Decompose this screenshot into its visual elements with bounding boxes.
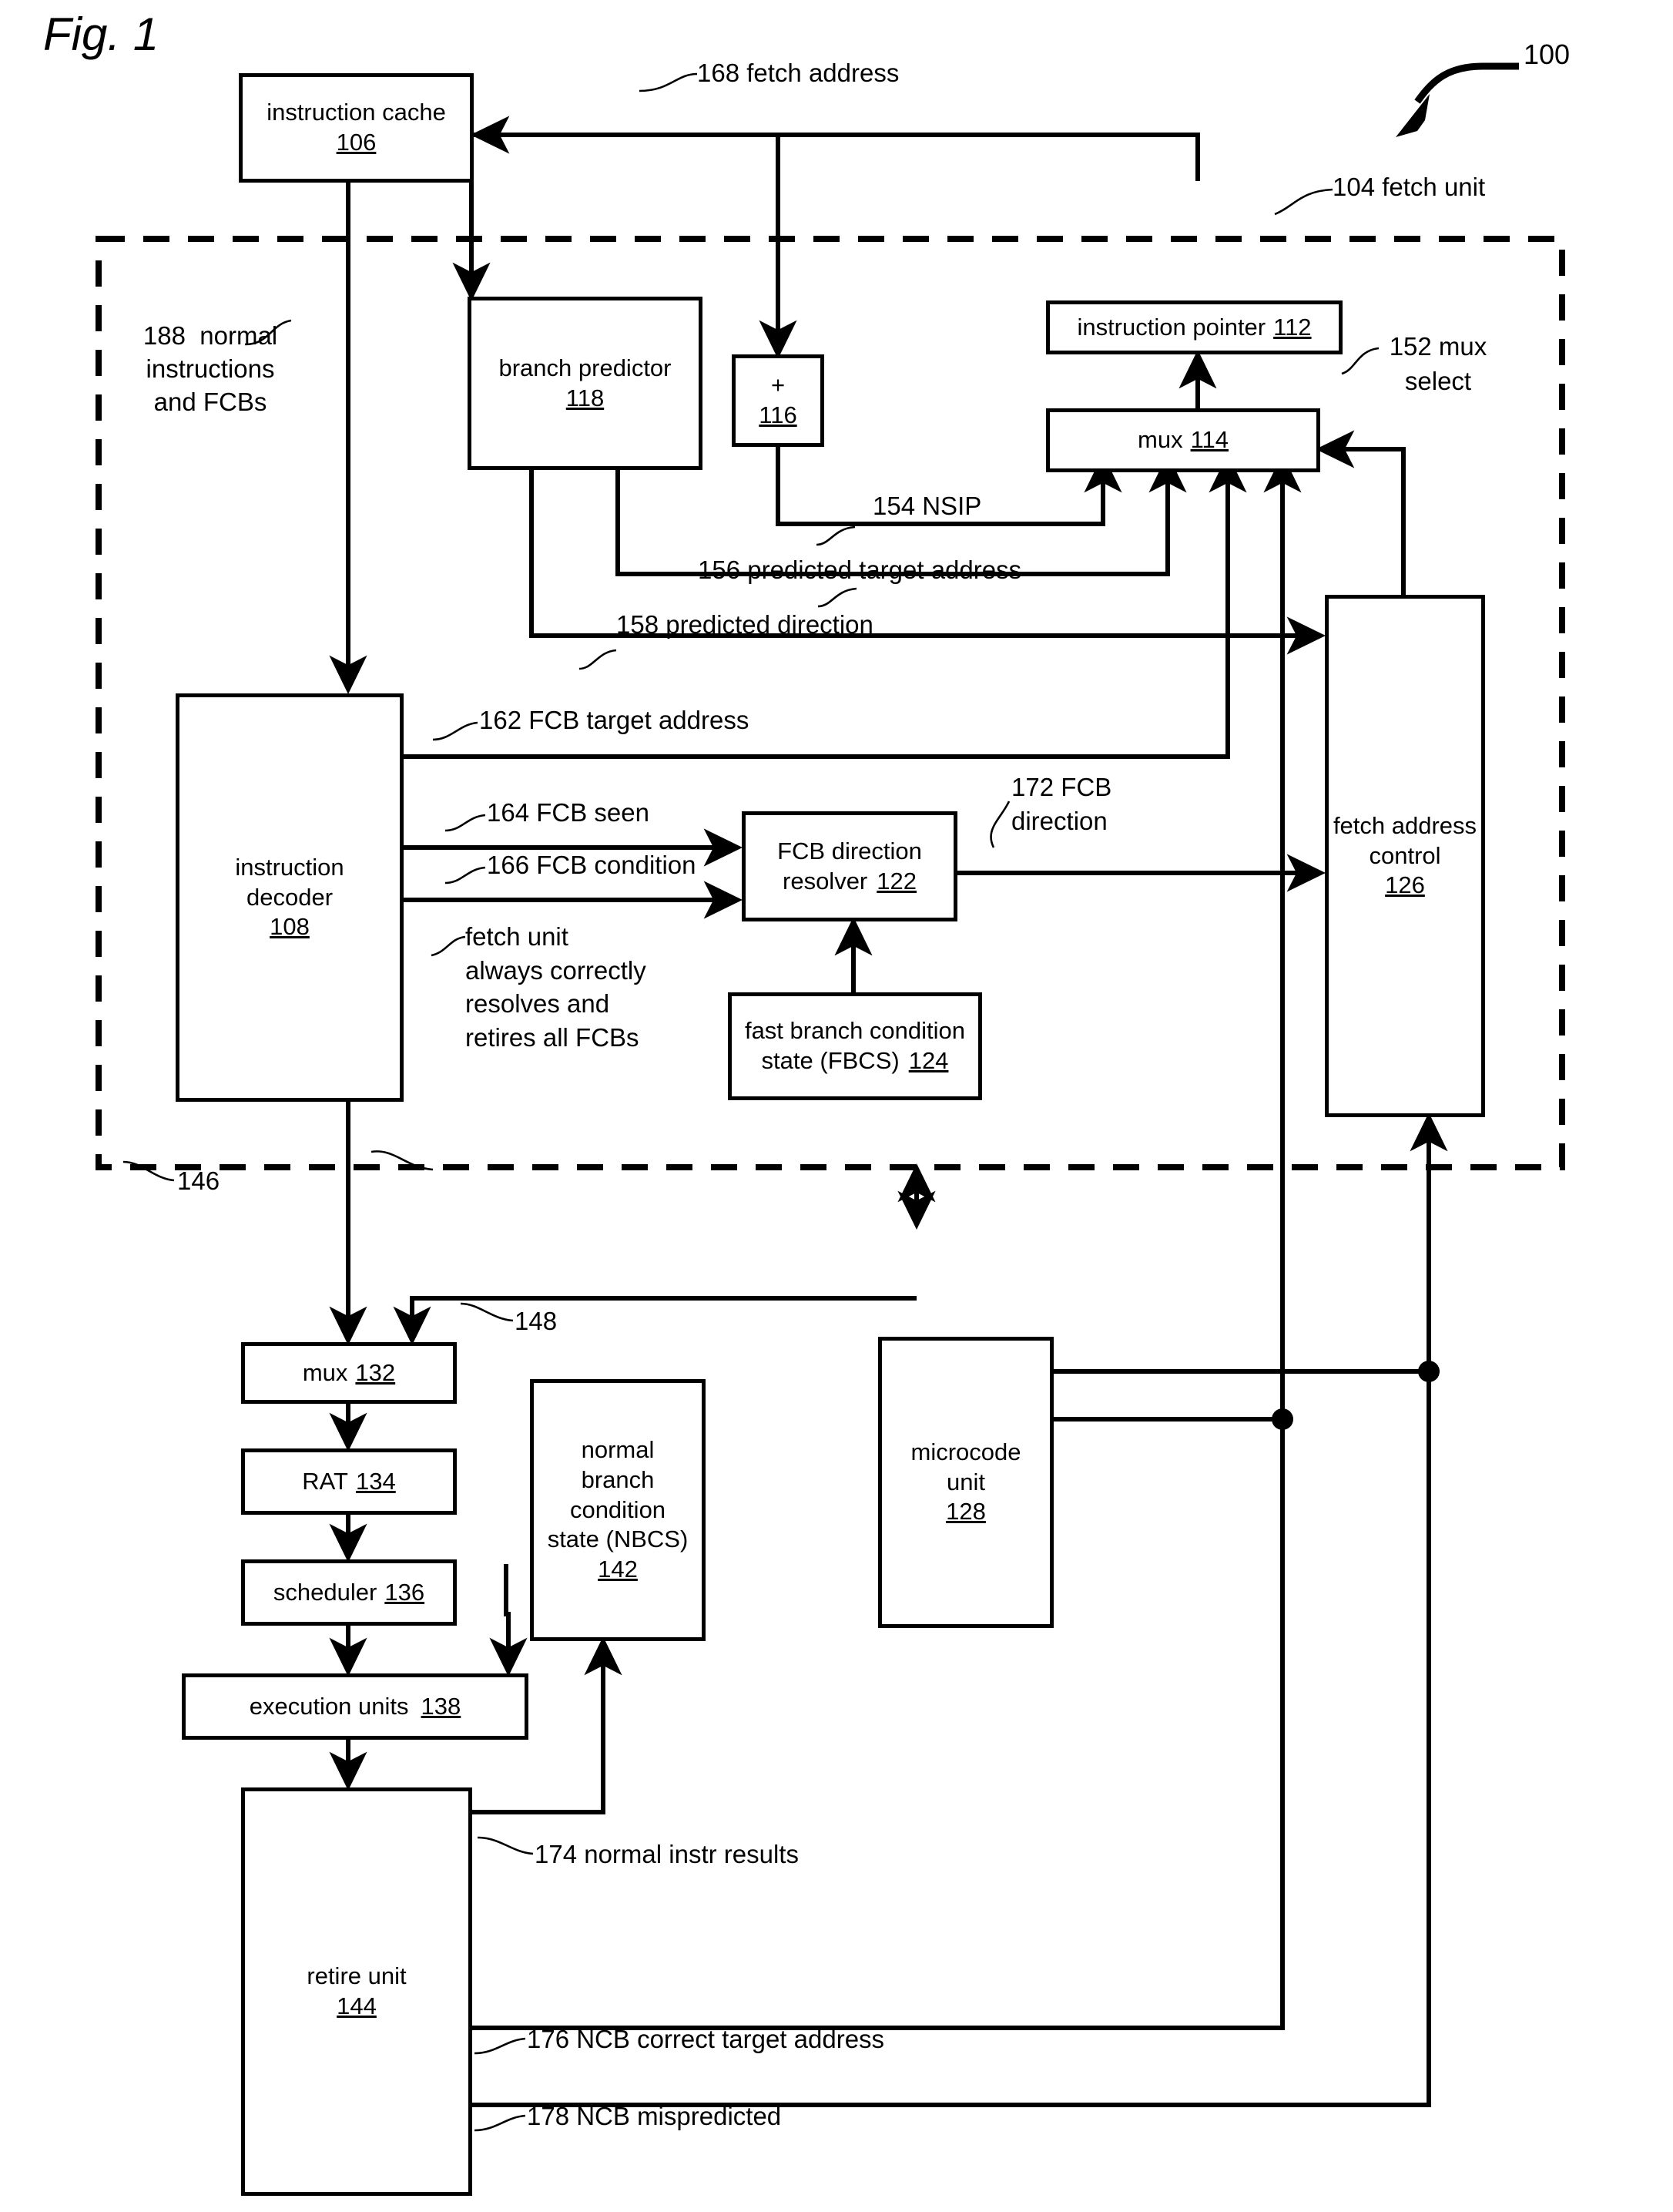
- block-microcode-unit[interactable]: microcode unit 128: [878, 1337, 1054, 1628]
- note-fetch-unit-resolves: fetch unit always correctly resolves and…: [465, 922, 646, 1052]
- block-adder-symbol: +: [770, 371, 786, 399]
- block-fcb-direction-resolver-number: 122: [877, 867, 917, 895]
- wire-nbcs-to-exec: [489, 1564, 528, 1677]
- block-mux-114-label: mux: [1138, 426, 1183, 454]
- block-mux-132-label: mux: [302, 1358, 348, 1386]
- label-174-normal-instr-results: 174 normal instr results: [535, 1840, 799, 1868]
- block-execution-units[interactable]: execution units 138: [182, 1673, 528, 1740]
- block-fcb-direction-resolver[interactable]: FCB direction resolver 122: [742, 811, 957, 921]
- block-rat-134-label: RAT: [302, 1467, 348, 1495]
- label-188-normal-instructions: 188 normal instructions and FCBs: [142, 321, 278, 416]
- block-instruction-cache[interactable]: instruction cache 106: [239, 73, 474, 183]
- block-fetch-address-control-line1: fetch address: [1333, 811, 1477, 839]
- block-instruction-pointer-label: instruction pointer: [1077, 313, 1266, 341]
- block-branch-predictor-label: branch predictor: [498, 354, 672, 381]
- label-162-fcb-target-address: 162 FCB target address: [479, 706, 749, 734]
- junction-dot-176: [1272, 1408, 1293, 1430]
- label-146: 146: [177, 1166, 220, 1195]
- figure-title: Fig. 1: [43, 8, 159, 60]
- block-scheduler-136-label: scheduler: [273, 1578, 377, 1606]
- wire-176: [472, 454, 1302, 2030]
- wire-168-ip-to-bus: [474, 133, 1200, 181]
- block-fbcs-number: 124: [908, 1047, 949, 1074]
- label-104-fetch-unit: 104 fetch unit: [1333, 173, 1486, 201]
- block-microcode-unit-line1: microcode: [910, 1438, 1021, 1465]
- block-fetch-address-control-number: 126: [1385, 871, 1425, 899]
- block-instruction-cache-number: 106: [336, 129, 377, 156]
- block-fbcs-line1: fast branch condition: [744, 1017, 966, 1045]
- block-nbcs-line1: normal: [581, 1436, 655, 1464]
- block-instruction-cache-label: instruction cache: [267, 99, 446, 126]
- block-adder-number: 116: [759, 401, 797, 428]
- block-nbcs-number: 142: [598, 1556, 638, 1583]
- block-instruction-pointer-number: 112: [1273, 313, 1312, 341]
- label-158-predicted-direction: 158 predicted direction: [616, 610, 873, 639]
- block-instruction-decoder-line1: instruction: [235, 853, 344, 881]
- block-fbcs[interactable]: fast branch condition state (FBCS) 124: [728, 992, 982, 1100]
- block-nbcs-line3: condition: [569, 1495, 666, 1523]
- block-fetch-address-control-line2: control: [1369, 841, 1441, 869]
- block-retire-unit-label: retire unit: [307, 1962, 407, 1990]
- block-instruction-decoder[interactable]: instruction decoder 108: [176, 693, 404, 1102]
- block-instruction-decoder-line2: decoder: [246, 883, 334, 911]
- block-branch-predictor[interactable]: branch predictor 118: [468, 297, 702, 470]
- label-164-fcb-seen: 164 FCB seen: [487, 798, 649, 827]
- block-execution-units-label: execution units: [249, 1692, 409, 1720]
- junction-dot-178: [1418, 1361, 1440, 1382]
- label-176-ncb-correct-target-address: 176 NCB correct target address: [527, 2025, 885, 2053]
- block-microcode-unit-line2: unit: [947, 1468, 985, 1495]
- block-rat-134-number: 134: [355, 1467, 396, 1495]
- figure-ref-number: 100: [1524, 39, 1571, 70]
- label-172-fcb-direction: 172 FCB direction: [1011, 773, 1112, 835]
- label-148: 148: [515, 1307, 558, 1335]
- wire-148: [393, 1296, 917, 1345]
- block-mux-114[interactable]: mux 114: [1046, 408, 1320, 472]
- block-scheduler-136[interactable]: scheduler 136: [241, 1559, 457, 1626]
- label-178-ncb-mispredicted: 178 NCB mispredicted: [527, 2102, 782, 2130]
- block-mux-132-number: 132: [355, 1358, 396, 1386]
- block-adder[interactable]: + 116: [732, 354, 824, 447]
- block-fcb-direction-resolver-line1: FCB direction: [777, 837, 922, 864]
- block-fbcs-line2: state (FBCS): [761, 1047, 900, 1074]
- block-fcb-direction-resolver-line2: resolver: [783, 867, 868, 895]
- block-instruction-decoder-number: 108: [270, 913, 310, 941]
- block-nbcs-line4: state (NBCS): [547, 1526, 689, 1553]
- block-instruction-pointer[interactable]: instruction pointer 112: [1046, 300, 1343, 354]
- label-152-mux-select: 152 mux select: [1389, 332, 1487, 395]
- block-retire-unit-number: 144: [337, 1992, 377, 2019]
- block-retire-unit[interactable]: retire unit 144: [241, 1787, 472, 2196]
- block-scheduler-136-number: 136: [384, 1578, 425, 1606]
- block-nbcs-line2: branch: [581, 1465, 655, 1493]
- block-rat-134[interactable]: RAT 134: [241, 1448, 457, 1515]
- block-microcode-unit-number: 128: [946, 1498, 986, 1526]
- label-154-nsip: 154 NSIP: [873, 492, 982, 520]
- block-mux-114-number: 114: [1190, 426, 1229, 454]
- wire-152-mux-select: [1316, 430, 1406, 595]
- figure-ref-arrow: [1396, 62, 1519, 137]
- block-branch-predictor-number: 118: [565, 384, 605, 411]
- block-mux-132[interactable]: mux 132: [241, 1342, 457, 1404]
- label-156-predicted-target-address: 156 predicted target address: [698, 556, 1022, 584]
- label-168-fetch-address: 168 fetch address: [697, 59, 900, 87]
- block-nbcs[interactable]: normal branch condition state (NBCS) 142: [530, 1379, 706, 1641]
- figure-canvas: Fig. 1 100 instruction cache 106 branch …: [0, 0, 1673, 2212]
- label-166-fcb-condition: 166 FCB condition: [487, 851, 696, 879]
- block-execution-units-number: 138: [421, 1692, 461, 1720]
- block-fetch-address-control[interactable]: fetch address control 126: [1325, 595, 1485, 1117]
